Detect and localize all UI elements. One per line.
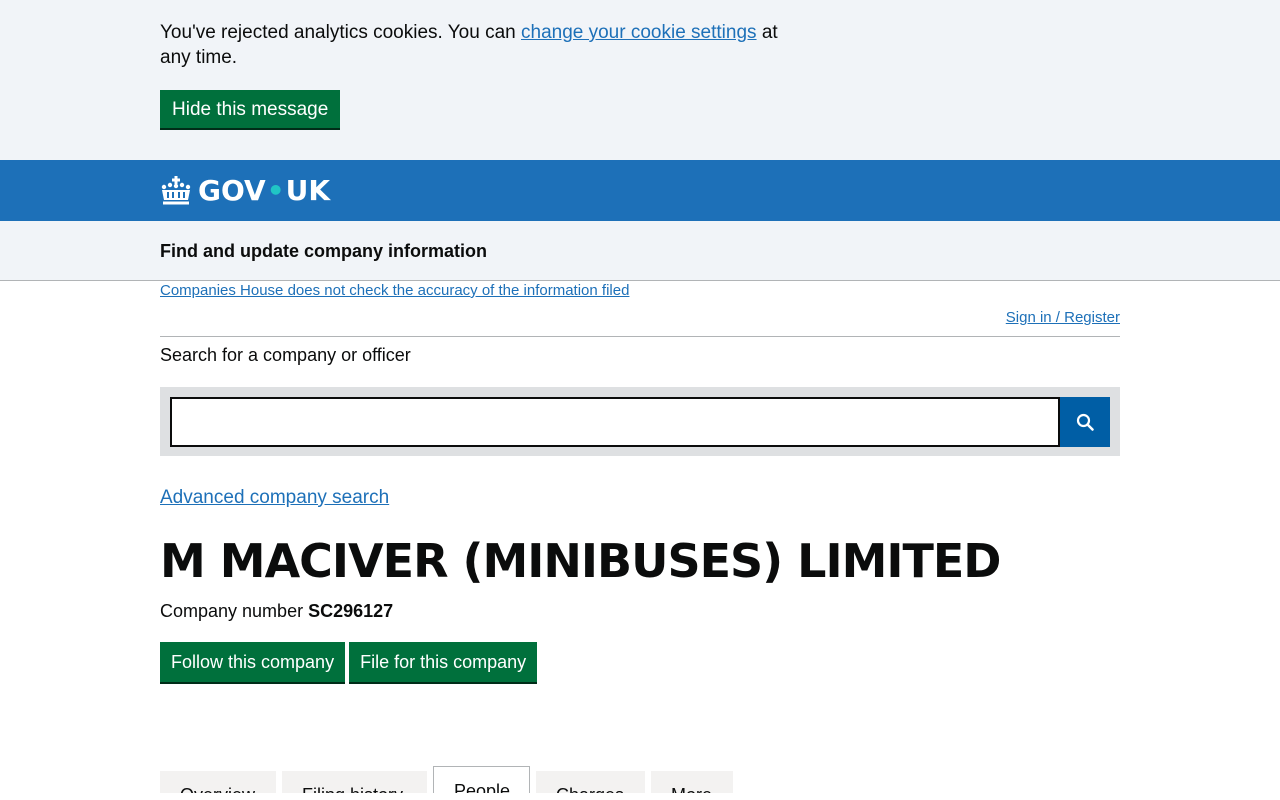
cookie-message: You've rejected analytics cookies. You c… bbox=[160, 20, 800, 70]
company-name-heading: M MACIVER (MINIBUSES) LIMITED bbox=[160, 534, 1001, 588]
search-form bbox=[160, 387, 1120, 456]
signin-row: Sign in / Register bbox=[160, 309, 1120, 337]
company-number: Company number SC296127 bbox=[160, 601, 1120, 622]
company-number-value: SC296127 bbox=[308, 601, 394, 621]
govuk-logo-link[interactable]: GOV•UK bbox=[160, 174, 330, 207]
tab-filing-history[interactable]: Filing history bbox=[282, 771, 427, 793]
company-number-label: Company number bbox=[160, 601, 304, 621]
logo-gov: GOV bbox=[198, 174, 266, 207]
search-button[interactable] bbox=[1060, 397, 1110, 447]
govuk-header: GOV•UK bbox=[0, 160, 1280, 221]
crown-icon bbox=[161, 175, 191, 204]
service-name-link[interactable]: Find and update company information bbox=[160, 241, 487, 261]
company-tabs: Overview Filing history People Charges M… bbox=[160, 766, 1120, 793]
logo-dot: • bbox=[266, 174, 285, 207]
company-actions: Follow this company File for this compan… bbox=[160, 642, 1120, 682]
search-label: Search for a company or officer bbox=[160, 345, 411, 365]
advanced-search-link[interactable]: Advanced company search bbox=[160, 487, 389, 508]
govuk-logo-text: GOV•UK bbox=[198, 174, 330, 207]
follow-company-button[interactable]: Follow this company bbox=[160, 642, 346, 682]
cookie-banner: You've rejected analytics cookies. You c… bbox=[0, 0, 1280, 160]
cookie-settings-link[interactable]: change your cookie settings bbox=[521, 22, 757, 43]
tab-people[interactable]: People bbox=[433, 766, 530, 793]
tab-overview[interactable]: Overview bbox=[160, 771, 276, 793]
search-input[interactable] bbox=[170, 397, 1061, 447]
signin-register-link[interactable]: Sign in / Register bbox=[1006, 309, 1120, 326]
file-for-company-button[interactable]: File for this company bbox=[349, 642, 538, 682]
main-content: Companies House does not check the accur… bbox=[160, 282, 1120, 793]
disclaimer-link[interactable]: Companies House does not check the accur… bbox=[160, 282, 629, 299]
disclaimer: Companies House does not check the accur… bbox=[160, 282, 1120, 299]
logo-uk: UK bbox=[285, 174, 331, 207]
search-icon bbox=[1076, 413, 1094, 431]
cookie-text-before: You've rejected analytics cookies. You c… bbox=[160, 22, 521, 43]
tab-more[interactable]: More bbox=[651, 771, 733, 793]
hide-cookie-message-button[interactable]: Hide this message bbox=[160, 90, 341, 128]
service-bar: Find and update company information bbox=[0, 221, 1280, 281]
tab-charges[interactable]: Charges bbox=[536, 771, 645, 793]
advanced-search-row: Advanced company search bbox=[160, 487, 1120, 509]
